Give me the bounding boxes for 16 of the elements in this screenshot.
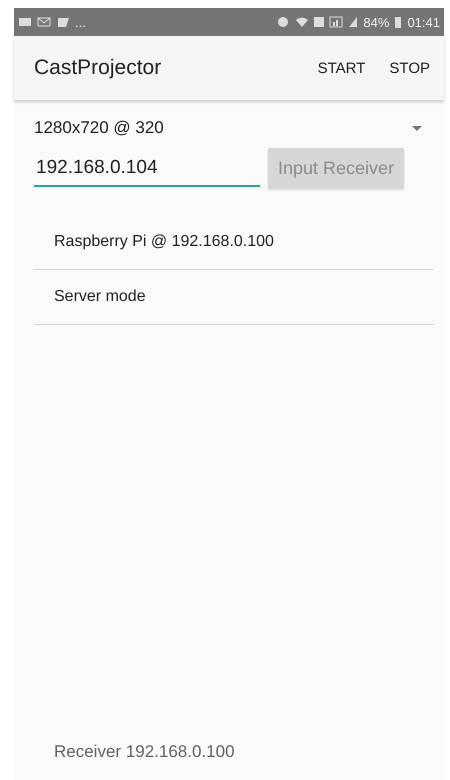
signal-icon (329, 16, 344, 28)
action-button[interactable]: START (312, 52, 372, 84)
receiver-input-field[interactable]: 192.168.0.104 (34, 150, 260, 186)
list-item[interactable]: Server mode (34, 270, 434, 325)
battery-percent: 84% (363, 14, 390, 30)
signal-icon (348, 16, 358, 28)
wifi-icon (295, 16, 310, 28)
clock-time: 01:41 (407, 14, 440, 30)
app-title: CastProjector (34, 56, 162, 80)
resolution-dropdown[interactable]: 1280x720 @ 320 (34, 114, 434, 142)
battery-icon (394, 16, 402, 28)
receiver-status: Receiver 192.168.0.100 (53, 742, 236, 763)
dropdown-arrow-icon (412, 126, 422, 130)
more-notifications: ... (75, 14, 86, 30)
action-button[interactable]: STOP (383, 52, 436, 84)
list-item[interactable]: Raspberry Pi @ 192.168.0.100 (34, 215, 434, 270)
